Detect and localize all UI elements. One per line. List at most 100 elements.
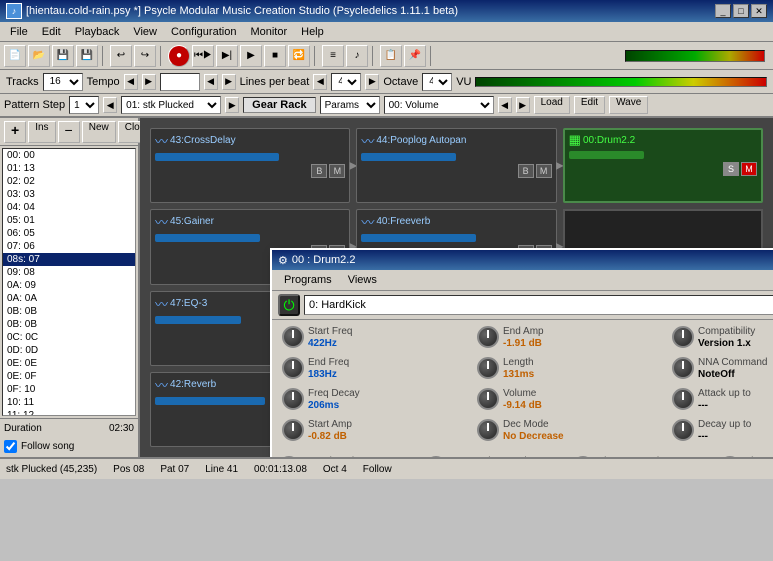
list-item[interactable]: 0F: 10	[3, 383, 135, 396]
list-item[interactable]: 09: 08	[3, 266, 135, 279]
pattern-name-select[interactable]: 01: stk Plucked	[121, 96, 221, 114]
knob-end-freq[interactable]	[282, 357, 304, 379]
knob-start-amp[interactable]	[282, 419, 304, 441]
menu-playback[interactable]: Playback	[69, 23, 126, 41]
vol-prev[interactable]: ◀	[498, 97, 512, 113]
load-button[interactable]: Load	[534, 96, 570, 114]
undo-button[interactable]: ↩	[110, 45, 132, 67]
pattern-view-button[interactable]: ≡	[322, 45, 344, 67]
list-item[interactable]: 0C: 0C	[3, 331, 135, 344]
follow-song-checkbox[interactable]	[4, 440, 17, 453]
list-item[interactable]: 11: 12	[3, 409, 135, 416]
knob-nna[interactable]	[672, 357, 694, 379]
menu-configuration[interactable]: Configuration	[165, 23, 242, 41]
octave-select[interactable]: 4	[422, 73, 452, 91]
paste-button[interactable]: 📌	[404, 45, 426, 67]
menu-file[interactable]: File	[4, 23, 34, 41]
drum-preset-select[interactable]: 0: HardKick	[304, 295, 773, 315]
list-item[interactable]: 0E: 0F	[3, 370, 135, 383]
saveas-button[interactable]: 💾	[76, 45, 98, 67]
list-item-selected[interactable]: 08s: 07	[3, 253, 135, 266]
play-pattern-button[interactable]: ▶|	[216, 45, 238, 67]
new-button[interactable]: 📄	[4, 45, 26, 67]
list-item[interactable]: 07: 06	[3, 240, 135, 253]
play-from-button[interactable]: ▶	[240, 45, 262, 67]
loop-button[interactable]: 🔁	[288, 45, 310, 67]
new-pattern-button[interactable]: New	[82, 121, 116, 143]
maximize-button[interactable]: □	[733, 4, 749, 18]
knob-attack[interactable]	[672, 388, 694, 410]
minimize-button[interactable]: _	[715, 4, 731, 18]
vol-next[interactable]: ▶	[516, 97, 530, 113]
record-button[interactable]: ●	[168, 45, 190, 67]
module-s-btn-drum[interactable]: S	[723, 162, 739, 176]
pattern-step-select[interactable]: 1	[69, 96, 99, 114]
save-button[interactable]: 💾	[52, 45, 74, 67]
lines-up[interactable]: ▶	[365, 74, 379, 90]
wave-button[interactable]: Wave	[609, 96, 648, 114]
list-item[interactable]: 06: 05	[3, 227, 135, 240]
pattern-prev[interactable]: ◀	[103, 97, 117, 113]
plus-button[interactable]: +	[4, 121, 26, 143]
dialog-menu-views[interactable]: Views	[340, 272, 385, 288]
drum-power-button[interactable]: ⏻	[278, 294, 300, 316]
tempo-fine-up[interactable]: ▶	[222, 74, 236, 90]
tempo-fine-down[interactable]: ◀	[204, 74, 218, 90]
song-view-button[interactable]: ♪	[346, 45, 368, 67]
lines-down[interactable]: ◀	[313, 74, 327, 90]
list-item[interactable]: 01: 13	[3, 162, 135, 175]
knob-length[interactable]	[477, 357, 499, 379]
stop-button[interactable]: ■	[264, 45, 286, 67]
module-b-btn-ap[interactable]: B	[518, 164, 534, 178]
dialog-menu-programs[interactable]: Programs	[276, 272, 340, 288]
lines-select[interactable]: 4	[331, 73, 361, 91]
menu-view[interactable]: View	[127, 23, 163, 41]
ins-button[interactable]: Ins	[28, 121, 55, 143]
knob-freq-decay[interactable]	[282, 388, 304, 410]
knob-dec-mode[interactable]	[477, 419, 499, 441]
close-button[interactable]: ✕	[751, 4, 767, 18]
list-item[interactable]: 00: 00	[3, 149, 135, 162]
knob-drum-thump-mix[interactable]	[425, 456, 447, 457]
list-item[interactable]: 04: 04	[3, 201, 135, 214]
knob-sustain-vol[interactable]	[278, 456, 300, 457]
open-button[interactable]: 📂	[28, 45, 50, 67]
module-b-btn[interactable]: B	[311, 164, 327, 178]
minus-button[interactable]: −	[58, 121, 80, 143]
knob-end-amp[interactable]	[477, 326, 499, 348]
params-select[interactable]: Params	[320, 96, 380, 114]
list-item[interactable]: 05: 01	[3, 214, 135, 227]
redo-button[interactable]: ↪	[134, 45, 156, 67]
list-item[interactable]: 0E: 0E	[3, 357, 135, 370]
list-item[interactable]: 0D: 0D	[3, 344, 135, 357]
tempo-down[interactable]: ◀	[124, 74, 138, 90]
knob-thump-length[interactable]	[572, 456, 594, 457]
list-item[interactable]: 02: 02	[3, 175, 135, 188]
knob-decay-up[interactable]	[672, 419, 694, 441]
list-item[interactable]: 03: 03	[3, 188, 135, 201]
knob-volume[interactable]	[477, 388, 499, 410]
list-item[interactable]: 0A: 09	[3, 279, 135, 292]
knob-compatibility[interactable]	[672, 326, 694, 348]
list-item[interactable]: 10: 11	[3, 396, 135, 409]
menu-edit[interactable]: Edit	[36, 23, 67, 41]
play-start-button[interactable]: ⏮▶	[192, 45, 214, 67]
copy-button[interactable]: 📋	[380, 45, 402, 67]
knob-thump-freq[interactable]	[719, 456, 741, 457]
pattern-next[interactable]: ▶	[225, 97, 239, 113]
tracks-select[interactable]: 16	[43, 73, 83, 91]
menu-help[interactable]: Help	[295, 23, 330, 41]
volume-select[interactable]: 00: Volume	[384, 96, 494, 114]
module-m-btn[interactable]: M	[329, 164, 345, 178]
list-item[interactable]: 0B: 0B	[3, 305, 135, 318]
module-m-btn-drum[interactable]: M	[741, 162, 757, 176]
edit-button[interactable]: Edit	[574, 96, 605, 114]
list-item[interactable]: 0B: 0B	[3, 318, 135, 331]
list-item[interactable]: 0A: 0A	[3, 292, 135, 305]
tempo-input[interactable]: 205	[160, 73, 200, 91]
menu-monitor[interactable]: Monitor	[244, 23, 293, 41]
pattern-list[interactable]: 00: 00 01: 13 02: 02 03: 03 04: 04 05: 0…	[2, 148, 136, 416]
tempo-up[interactable]: ▶	[142, 74, 156, 90]
knob-start-freq[interactable]	[282, 326, 304, 348]
module-m-btn-ap[interactable]: M	[536, 164, 552, 178]
